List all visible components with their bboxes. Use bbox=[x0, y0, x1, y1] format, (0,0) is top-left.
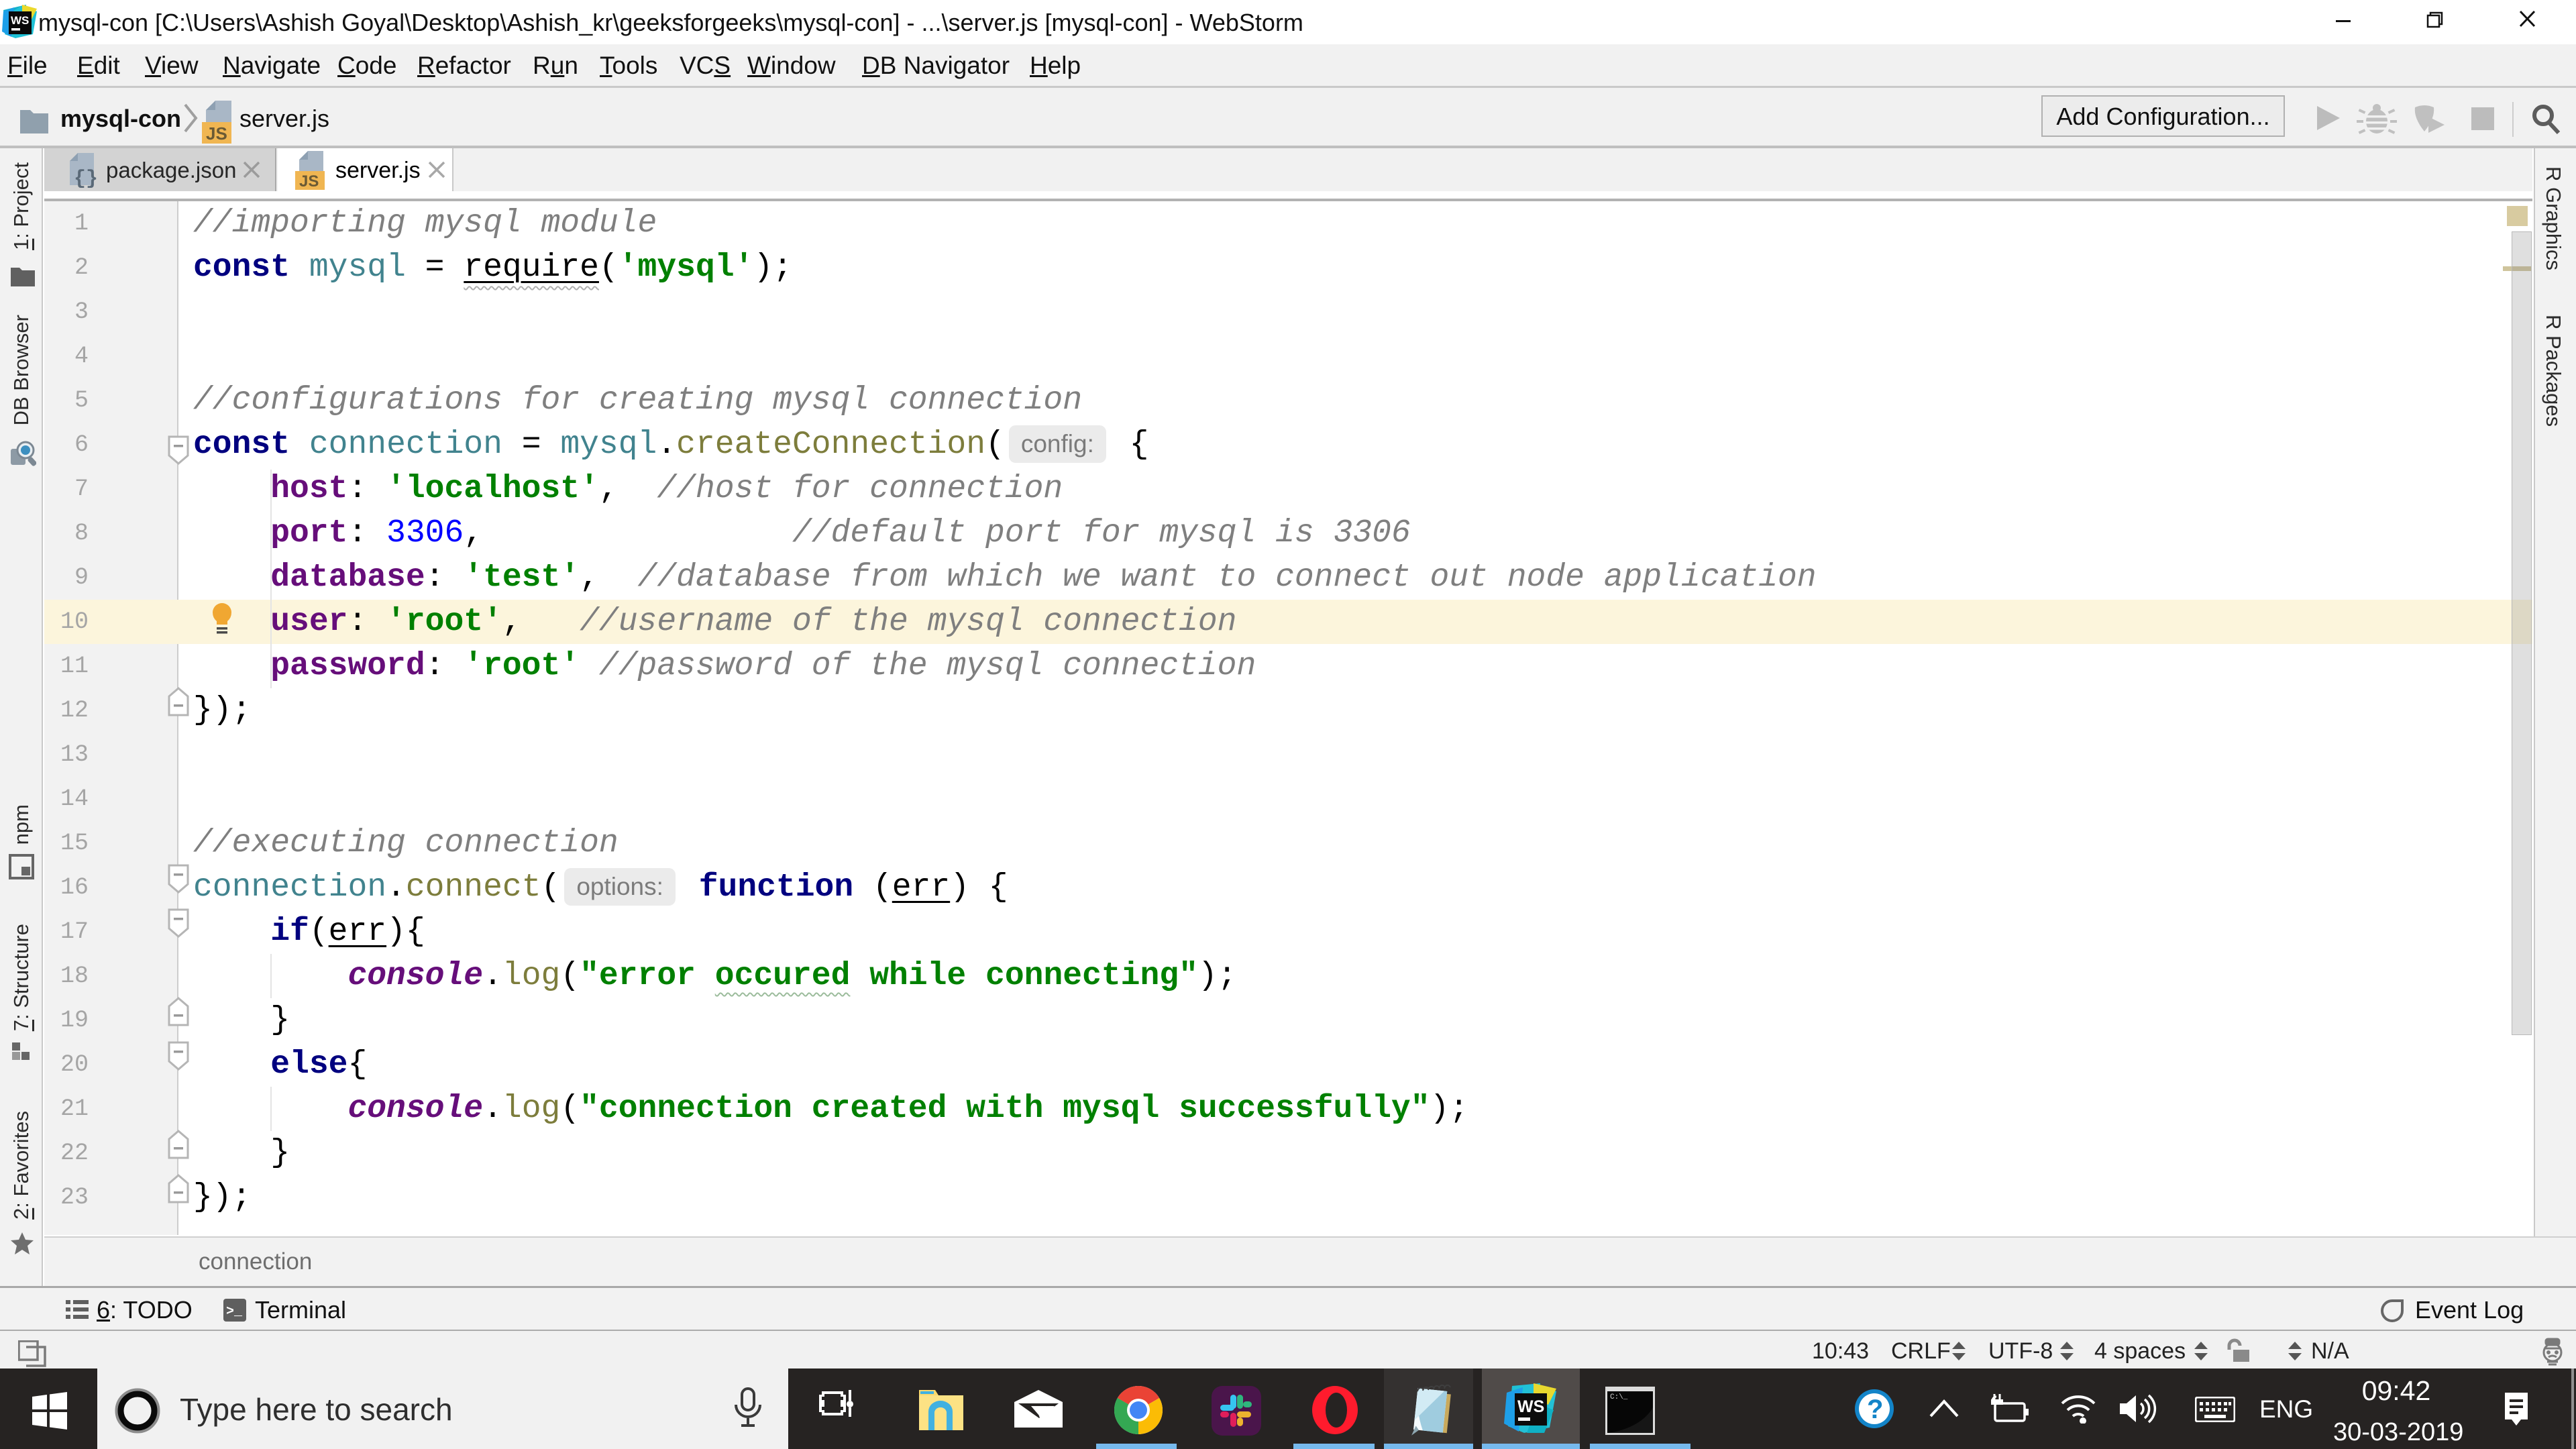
svg-text:?: ? bbox=[1867, 1395, 1883, 1424]
svg-text:>_: >_ bbox=[226, 1304, 243, 1320]
svg-text:JS: JS bbox=[299, 172, 319, 191]
svg-text:WS: WS bbox=[1517, 1397, 1544, 1416]
svg-text:{}: {} bbox=[74, 168, 98, 188]
svg-text:C:\_: C:\_ bbox=[1610, 1393, 1628, 1401]
svg-text:WS: WS bbox=[11, 14, 29, 27]
svg-text:JS: JS bbox=[206, 123, 227, 144]
